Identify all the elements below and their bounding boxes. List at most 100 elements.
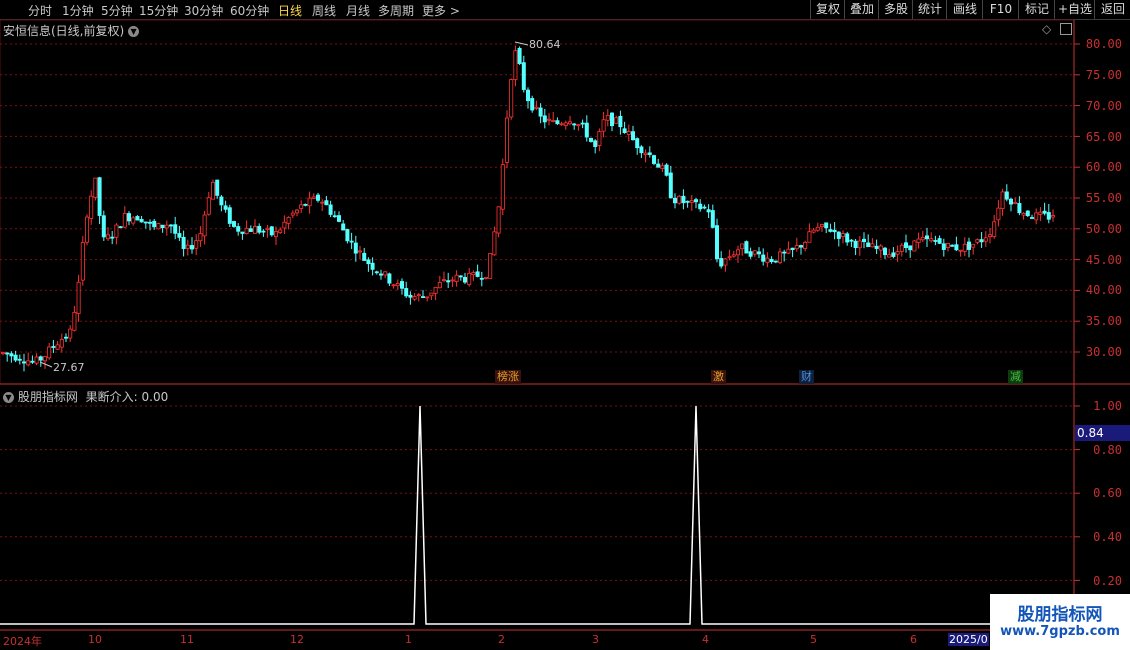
- candle-body: [425, 296, 430, 299]
- candle-body: [899, 244, 904, 252]
- candle-body: [395, 283, 400, 287]
- candle-body: [51, 346, 56, 348]
- indicator-title: ▼ 股朋指标网 果断介入: 0.00: [3, 388, 168, 405]
- candle-body: [210, 181, 215, 200]
- watermark: 股朋指标网 www.7gpzb.com: [990, 594, 1130, 650]
- candle-body: [391, 284, 396, 287]
- period-intraday[interactable]: 分时: [28, 2, 52, 19]
- candle-body: [828, 229, 833, 232]
- stock-chart[interactable]: [0, 0, 1130, 650]
- candle-body: [43, 356, 48, 362]
- panel-toggle-icon[interactable]: [1060, 23, 1072, 35]
- candle-body: [462, 276, 467, 283]
- candle-body: [786, 248, 791, 254]
- candle-body: [916, 238, 921, 243]
- candle-body: [1030, 217, 1035, 219]
- adjust-button[interactable]: 复权: [810, 0, 845, 19]
- candle-body: [794, 245, 799, 250]
- diamond-icon[interactable]: ◇: [1042, 22, 1051, 36]
- main-frame: [0, 19, 1075, 385]
- candle-body: [790, 247, 795, 250]
- candle-body: [362, 252, 367, 261]
- candle-body: [908, 245, 913, 251]
- candle-body: [244, 227, 249, 235]
- period-15min[interactable]: 15分钟: [139, 2, 178, 19]
- candle-body: [160, 224, 165, 229]
- overlay-button[interactable]: 叠加: [844, 0, 879, 19]
- statistics-button[interactable]: 统计: [912, 0, 947, 19]
- candle-body: [538, 107, 543, 117]
- candle-body: [593, 140, 598, 147]
- candle-body: [269, 226, 274, 236]
- watermark-title: 股朋指标网: [1017, 605, 1103, 625]
- candle-body: [320, 201, 325, 204]
- y-tick: 0.80: [1093, 443, 1122, 457]
- candle-body: [240, 231, 245, 234]
- period-30min[interactable]: 30分钟: [184, 2, 223, 19]
- f10-button[interactable]: F10: [982, 0, 1019, 19]
- candle-body: [341, 223, 346, 231]
- candle-body: [202, 214, 207, 237]
- candle-body: [761, 254, 766, 262]
- candle-body: [954, 244, 959, 251]
- period-60min[interactable]: 60分钟: [230, 2, 269, 19]
- date-label: 2025/0: [948, 633, 989, 646]
- candle-body: [698, 203, 703, 210]
- candle-body: [769, 259, 774, 263]
- candle-body: [265, 227, 270, 230]
- period-1min[interactable]: 1分钟: [62, 2, 94, 19]
- candle-body: [1009, 198, 1014, 205]
- multi-stock-button[interactable]: 多股: [878, 0, 913, 19]
- event-tag[interactable]: 财: [799, 370, 814, 384]
- candle-body: [47, 346, 52, 359]
- candle-body: [937, 238, 942, 244]
- candle-body: [106, 234, 111, 240]
- candle-body: [530, 98, 535, 111]
- chevron-down-icon[interactable]: ▼: [128, 26, 140, 37]
- chevron-down-icon[interactable]: ▼: [3, 392, 14, 403]
- period-monthly[interactable]: 月线: [346, 2, 370, 19]
- candle-body: [26, 360, 31, 366]
- candle-body: [177, 233, 182, 238]
- candle-body: [723, 258, 728, 266]
- mark-button[interactable]: 标记: [1018, 0, 1055, 19]
- candle-body: [471, 272, 476, 276]
- more-menu[interactable]: 更多 >: [422, 2, 460, 19]
- candle-body: [815, 226, 820, 231]
- candle-body: [689, 200, 694, 203]
- candle-body: [408, 294, 413, 298]
- candle-body: [820, 224, 825, 227]
- event-tag[interactable]: 减: [1008, 370, 1023, 384]
- candle-body: [143, 221, 148, 224]
- candle-body: [622, 128, 627, 133]
- candle-body: [492, 231, 497, 256]
- candle-body: [925, 235, 930, 240]
- event-tag[interactable]: 榜涨: [495, 370, 521, 384]
- candle-body: [727, 256, 732, 259]
- candle-body: [631, 131, 636, 141]
- period-daily[interactable]: 日线: [278, 2, 302, 19]
- candle-body: [5, 352, 10, 355]
- candle-body: [811, 229, 816, 233]
- event-tag[interactable]: 激: [711, 370, 726, 384]
- candle-body: [765, 257, 770, 263]
- period-multi[interactable]: 多周期: [378, 2, 414, 19]
- high-price-label: 80.64: [529, 38, 561, 51]
- draw-line-button[interactable]: 画线: [946, 0, 983, 19]
- candle-body: [626, 131, 631, 135]
- candle-body: [223, 205, 228, 210]
- candle-body: [454, 274, 459, 283]
- back-button[interactable]: 返回: [1094, 0, 1130, 19]
- candle-body: [315, 194, 320, 201]
- candle-body: [387, 273, 392, 284]
- add-watchlist-button[interactable]: +自选: [1054, 0, 1095, 19]
- date-label: 11: [180, 633, 194, 646]
- period-5min[interactable]: 5分钟: [101, 2, 133, 19]
- candle-body: [547, 118, 552, 121]
- candle-body: [189, 245, 194, 250]
- candle-body: [1017, 203, 1022, 214]
- candle-body: [80, 242, 85, 281]
- candle-body: [988, 234, 993, 238]
- period-weekly[interactable]: 周线: [312, 2, 336, 19]
- candle-body: [589, 137, 594, 142]
